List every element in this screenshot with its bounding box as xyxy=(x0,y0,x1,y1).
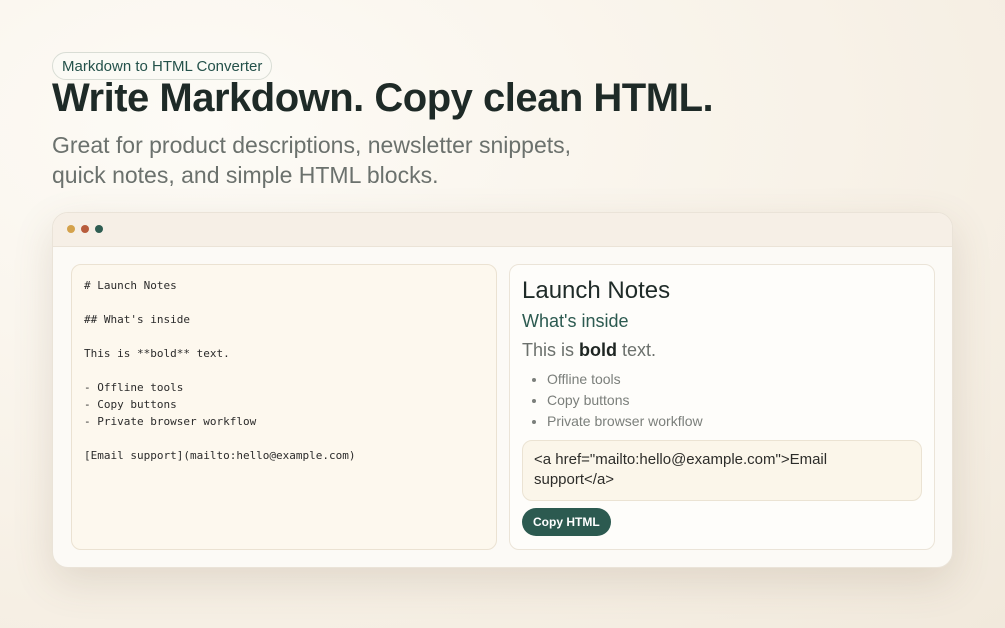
markdown-editor[interactable]: # Launch Notes ## What's inside This is … xyxy=(71,264,497,550)
preview-paragraph-text-end: text. xyxy=(617,340,657,360)
preview-heading-2: What's inside xyxy=(522,311,629,331)
copy-html-button[interactable]: Copy HTML xyxy=(522,508,611,536)
preview-heading-1: Launch Notes xyxy=(522,277,671,304)
list-item: Offline tools xyxy=(547,369,703,390)
window-dot-red xyxy=(81,225,89,233)
list-item: Private browser workflow xyxy=(547,411,703,432)
window-titlebar xyxy=(53,213,952,247)
page-subtitle: Great for product descriptions, newslett… xyxy=(52,132,572,188)
html-preview-panel: Launch Notes What's inside This is bold … xyxy=(509,264,935,550)
preview-list: Offline tools Copy buttons Private brows… xyxy=(522,369,703,432)
page-title: Write Markdown. Copy clean HTML. xyxy=(52,76,714,120)
window-dot-yellow xyxy=(67,225,75,233)
window-dot-green xyxy=(95,225,103,233)
preview-paragraph-text: This is xyxy=(522,340,580,360)
app-window: # Launch Notes ## What's inside This is … xyxy=(52,212,953,568)
preview-paragraph: This is bold text. xyxy=(522,340,656,361)
html-output-code[interactable]: <a href="mailto:hello@example.com">Email… xyxy=(522,440,922,501)
preview-bold-text: bold xyxy=(579,340,618,360)
list-item: Copy buttons xyxy=(547,390,703,411)
